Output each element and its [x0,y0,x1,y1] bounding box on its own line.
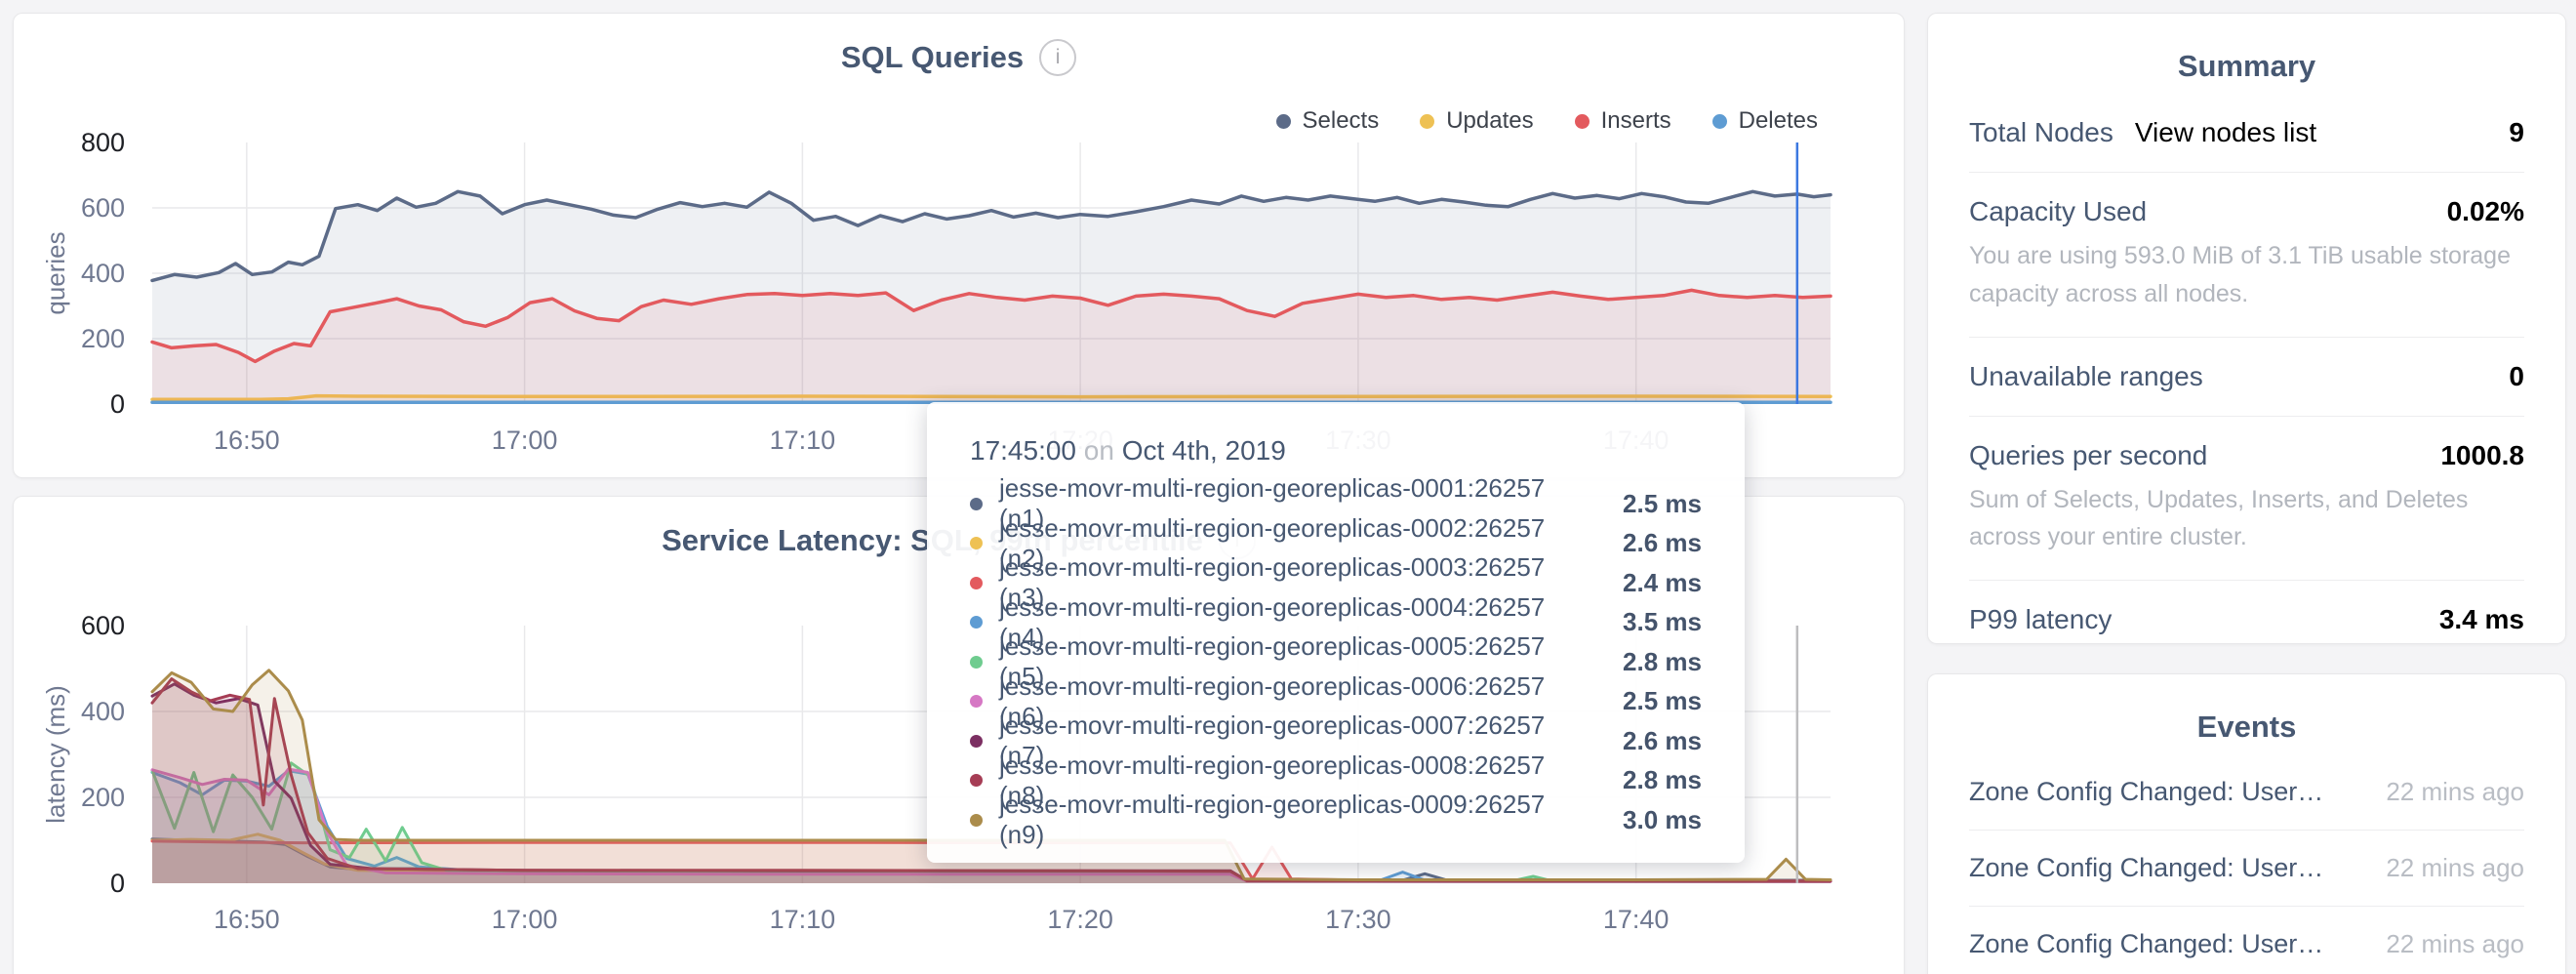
total-nodes-label: Total Nodes [1969,117,2113,148]
series-dot [970,695,983,708]
tooltip-node-value: 2.5 ms [1623,489,1702,519]
tooltip-date: Oct 4th, 2019 [1122,435,1286,466]
p99-latency-label: P99 latency [1969,604,2112,635]
capacity-used-subtext: You are using 593.0 MiB of 3.1 TiB usabl… [1969,237,2524,313]
events-panel: Events Zone Config Changed: User… 22 min… [1927,673,2566,974]
svg-text:200: 200 [81,324,125,353]
tooltip-node-value: 2.4 ms [1623,568,1702,598]
queries-per-second-value: 1000.8 [2440,440,2524,471]
series-dot [970,735,983,748]
tooltip-node-value: 3.5 ms [1623,607,1702,637]
p99-latency-value: 3.4 ms [2439,604,2524,635]
svg-text:800: 800 [81,128,125,157]
queries-per-second-label: Queries per second [1969,440,2207,471]
svg-text:17:40: 17:40 [1603,905,1670,934]
event-time: 22 mins ago [2386,853,2524,883]
unavailable-ranges-label: Unavailable ranges [1969,361,2203,392]
summary-row-total-nodes: Total Nodes View nodes list 9 [1969,94,2524,173]
chart-tooltip: 17:45:00 on Oct 4th, 2019 jesse-movr-mul… [927,402,1745,863]
summary-title: Summary [1969,49,2524,84]
series-dot [970,774,983,787]
tooltip-node-name: jesse-movr-multi-region-georeplicas-0009… [999,790,1592,850]
view-nodes-list-link[interactable]: View nodes list [2135,117,2316,148]
event-label: Zone Config Changed: User… [1969,777,2323,807]
svg-text:600: 600 [81,611,125,640]
summary-row-capacity-used: Capacity Used 0.02% You are using 593.0 … [1969,173,2524,338]
svg-text:queries: queries [41,231,70,314]
svg-text:400: 400 [81,259,125,288]
capacity-used-label: Capacity Used [1969,196,2147,227]
capacity-used-value: 0.02% [2447,196,2524,227]
svg-text:16:50: 16:50 [214,426,280,455]
event-label: Zone Config Changed: User… [1969,929,2323,959]
cluster-dashboard: SQL Queries i Selects Updates Inserts De… [0,0,2576,974]
queries-per-second-subtext: Sum of Selects, Updates, Inserts, and De… [1969,481,2524,557]
series-dot [970,537,983,549]
tooltip-node-value: 2.5 ms [1623,686,1702,716]
tooltip-node-value: 2.6 ms [1623,528,1702,558]
event-row[interactable]: Zone Config Changed: User… 22 mins ago [1969,831,2524,907]
svg-text:17:10: 17:10 [770,426,836,455]
tooltip-node-value: 2.8 ms [1623,765,1702,795]
event-row[interactable]: Zone Config Changed: User… 22 mins ago [1969,907,2524,974]
tooltip-node-value: 2.6 ms [1623,726,1702,756]
svg-text:16:50: 16:50 [214,905,280,934]
svg-text:0: 0 [110,869,125,898]
tooltip-header: 17:45:00 on Oct 4th, 2019 [970,435,1702,467]
total-nodes-value: 9 [2509,117,2524,148]
tooltip-node-value: 2.8 ms [1623,647,1702,677]
series-dot [970,656,983,669]
event-time: 22 mins ago [2386,929,2524,959]
series-dot [970,577,983,589]
summary-row-unavailable-ranges: Unavailable ranges 0 [1969,338,2524,417]
svg-text:17:20: 17:20 [1047,905,1113,934]
series-dot [970,616,983,629]
unavailable-ranges-value: 0 [2509,361,2524,392]
event-time: 22 mins ago [2386,777,2524,807]
tooltip-time: 17:45:00 [970,435,1076,466]
svg-text:200: 200 [81,783,125,812]
tooltip-node-value: 3.0 ms [1623,805,1702,835]
summary-row-queries-per-second: Queries per second 1000.8 Sum of Selects… [1969,417,2524,582]
svg-text:17:00: 17:00 [492,905,558,934]
svg-text:600: 600 [81,193,125,223]
tooltip-row: jesse-movr-multi-region-georeplicas-0009… [970,800,1702,840]
svg-text:17:30: 17:30 [1325,905,1391,934]
tooltip-on: on [1084,435,1114,466]
summary-row-p99-latency: P99 latency 3.4 ms [1969,581,2524,659]
svg-text:17:10: 17:10 [770,905,836,934]
events-title: Events [1969,710,2524,745]
summary-panel: Summary Total Nodes View nodes list 9 Ca… [1927,13,2566,644]
series-dot [970,814,983,827]
svg-text:latency (ms): latency (ms) [41,685,70,824]
event-row[interactable]: Zone Config Changed: User… 22 mins ago [1969,754,2524,831]
event-label: Zone Config Changed: User… [1969,853,2323,883]
series-dot [970,498,983,510]
svg-text:0: 0 [110,389,125,419]
svg-text:400: 400 [81,697,125,726]
svg-text:17:00: 17:00 [492,426,558,455]
